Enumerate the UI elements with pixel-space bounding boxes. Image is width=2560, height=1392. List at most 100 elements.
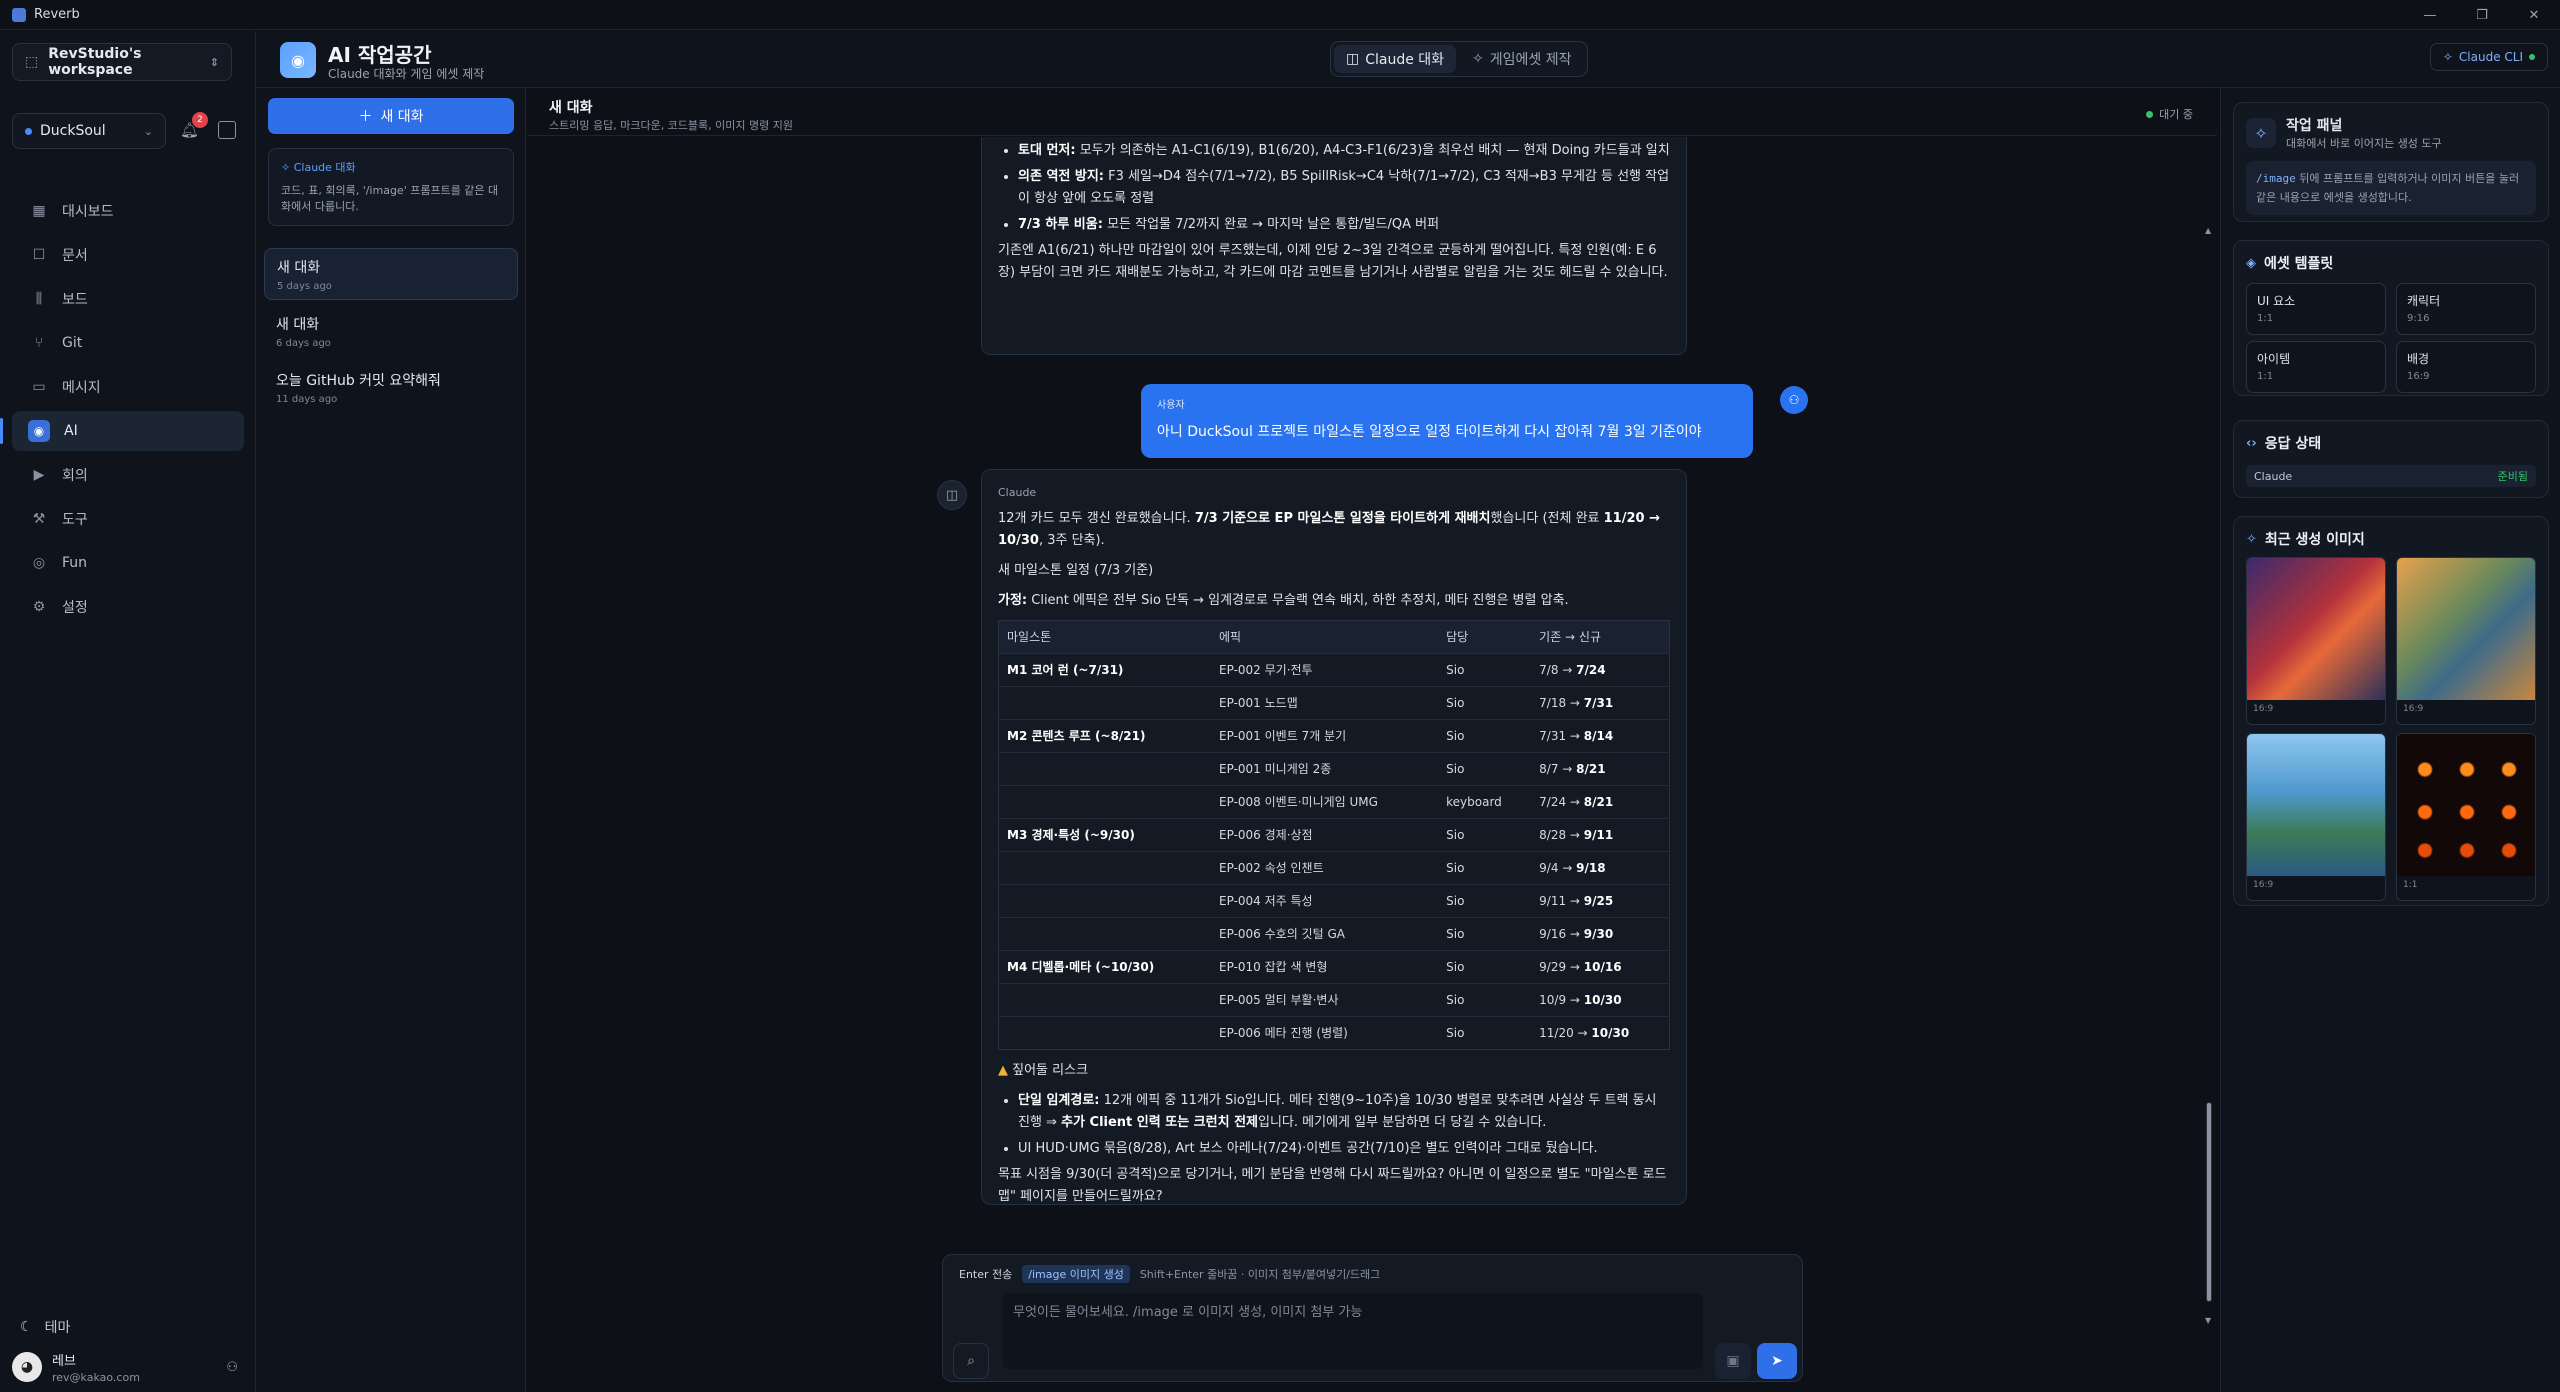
- user-icon[interactable]: ⚇: [226, 1360, 238, 1375]
- message-scroll[interactable]: 토대 먼저: 모두가 의존하는 A1-C1(6/19), B1(6/20), A…: [527, 137, 2217, 1237]
- template-background[interactable]: 배경 16:9: [2396, 341, 2536, 393]
- message-input[interactable]: 무엇이든 물어보세요. /image 로 이미지 생성, 이미지 첨부 가능: [1003, 1293, 1703, 1369]
- page-header: ◉ AI 작업공간 Claude 대화와 게임 에셋 제작 ◫ Claude 대화…: [256, 31, 2560, 88]
- user-profile[interactable]: ◕ 레브 rev@kakao.com ⚇: [12, 1347, 244, 1387]
- title-bar: Reverb — ❐ ✕: [0, 0, 2560, 30]
- app-name: Reverb: [34, 7, 80, 22]
- scrollbar-thumb[interactable]: [2206, 1102, 2212, 1302]
- scroll-down-icon[interactable]: ▼: [2205, 1316, 2211, 1325]
- sidebar-item-0[interactable]: ▦ 대시보드: [12, 191, 244, 231]
- info-desc: 코드, 표, 회의록, '/image' 프롬프트를 같은 대화에서 다룹니다.: [281, 184, 499, 213]
- project-select[interactable]: DuckSoul ⌄: [12, 113, 166, 149]
- project-name: DuckSoul: [40, 123, 106, 139]
- epic-cell: EP-001 이벤트 7개 분기: [1211, 719, 1439, 753]
- moon-icon: ☾: [20, 1319, 33, 1335]
- paragraph: 기존엔 A1(6/21) 하나만 마감일이 있어 루즈했는데, 이제 인당 2~…: [998, 243, 1668, 280]
- milestone-cell: [998, 884, 1212, 918]
- sidebar-item-label: AI: [64, 423, 78, 439]
- old-date: 11/20 →: [1539, 1026, 1592, 1040]
- list-item: 7/3 하루 비움: 모든 작업물 7/2까지 완료 → 마지막 날은 통합/빌…: [1018, 214, 1670, 236]
- chat-subtitle: 스트리밍 응답, 마크다운, 코드블록, 이미지 명령 지원: [549, 119, 793, 132]
- table-row: EP-005 멀티 부활·변사 Sio 10/9 → 10/30: [998, 983, 1670, 1017]
- sidebar-item-8[interactable]: ◎ Fun: [12, 543, 244, 583]
- date-cell: 8/28 → 9/11: [1531, 818, 1670, 852]
- old-date: 9/29 →: [1539, 960, 1584, 974]
- chat-area: 새 대화 스트리밍 응답, 마크다운, 코드블록, 이미지 명령 지원 대기 중…: [527, 88, 2217, 1392]
- old-date: 7/31 →: [1539, 729, 1584, 743]
- sidebar-item-7[interactable]: ⚒ 도구: [12, 499, 244, 539]
- recent-image[interactable]: 16:9: [2396, 557, 2536, 725]
- date-cell: 7/8 → 7/24: [1531, 653, 1670, 687]
- minimize-icon[interactable]: —: [2404, 0, 2456, 30]
- list-item: 의존 역전 방지: F3 세일→D4 점수(7/1→7/2), B5 Spill…: [1018, 166, 1670, 210]
- chevron-updown-icon: ⇕: [209, 55, 219, 69]
- app-logo-icon: [12, 7, 26, 22]
- paragraph: 가정: Client 에픽은 전부 Sio 단독 → 임계경로로 무슬랙 연속 …: [998, 590, 1670, 612]
- sidebar-nav: ▦ 대시보드 ☐ 문서 ⫼ 보드 ⑂ Git ▭ 메시지 ◉ AI ▶ 회의 ⚒ 도구 ◎ Fun ⚙ 설정: [0, 191, 244, 631]
- new-date: 10/30: [1591, 1026, 1630, 1040]
- conversation-item[interactable]: 새 대화 5 days ago: [264, 248, 518, 300]
- close-icon[interactable]: ✕: [2508, 0, 2560, 30]
- claude-cli-button[interactable]: ✧ Claude CLI: [2429, 43, 2548, 71]
- bold-text: 7/3 기준으로 EP 마일스톤 일정을 타이트하게 재배치: [1194, 511, 1491, 526]
- scrollbar[interactable]: ▲ ▼: [2205, 226, 2213, 1325]
- sidebar-item-9[interactable]: ⚙ 설정: [12, 587, 244, 627]
- milestone-cell: [998, 1016, 1212, 1050]
- theme-toggle[interactable]: ☾ 테마: [20, 1317, 70, 1337]
- conversation-item[interactable]: 오늘 GitHub 커밋 요약해줘 11 days ago: [264, 362, 518, 414]
- image-icon[interactable]: ▣: [1715, 1343, 1751, 1379]
- cli-label: Claude CLI: [2458, 50, 2523, 64]
- sender-label: Claude: [998, 486, 1037, 499]
- send-button[interactable]: ➤: [1757, 1343, 1797, 1379]
- template-ratio: 1:1: [2257, 371, 2274, 382]
- work-desc: /image 뒤에 프롬프트를 입력하거나 이미지 버튼을 눌러 같은 내용으로…: [2246, 161, 2536, 215]
- bold-text: 단일 임계경로:: [1018, 1093, 1100, 1108]
- sidebar-item-2[interactable]: ⫼ 보드: [12, 279, 244, 319]
- template-item[interactable]: 아이템 1:1: [2246, 341, 2386, 393]
- hint-rest: Shift+Enter 줄바꿈 · 이미지 첨부/붙여넣기/드래그: [1139, 1268, 1381, 1281]
- section-heading: 새 마일스톤 일정 (7/3 기준): [998, 563, 1154, 578]
- conversation-time: 5 days ago: [277, 281, 332, 292]
- recent-image[interactable]: 16:9: [2246, 557, 2386, 725]
- card-title: 응답 상태: [2264, 436, 2322, 452]
- sidebar-item-6[interactable]: ▶ 회의: [12, 455, 244, 495]
- user-message: 사용자 아니 DuckSoul 프로젝트 마일스톤 일정으로 일정 타이트하게 …: [1141, 384, 1753, 458]
- notification-badge: 2: [192, 112, 208, 128]
- git-icon: ⑂: [34, 335, 44, 351]
- conversation-item[interactable]: 새 대화 6 days ago: [264, 306, 518, 358]
- sidebar-item-label: Git: [62, 335, 83, 351]
- template-character[interactable]: 캐릭터 9:16: [2396, 283, 2536, 335]
- recent-image[interactable]: 16:9: [2246, 733, 2386, 901]
- bot-avatar-icon: ◫: [937, 480, 967, 510]
- chat-info-card: ✧ Claude 대화 코드, 표, 회의록, '/image' 프롬프트를 같…: [268, 148, 514, 226]
- wrench-icon: ⚒: [32, 511, 46, 527]
- old-date: 10/9 →: [1539, 993, 1584, 1007]
- chat-status: 대기 중: [2146, 106, 2193, 122]
- paperclip-icon[interactable]: ⌕: [953, 1343, 989, 1379]
- template-ui[interactable]: UI 요소 1:1: [2246, 283, 2386, 335]
- bell-icon[interactable]: 🔔︎ 2: [180, 112, 208, 141]
- bold-text: 가정:: [998, 593, 1028, 608]
- status-text: 대기 중: [2159, 108, 2193, 121]
- table-row: M1 코어 런 (~7/31) EP-002 무기·전투 Sio 7/8 → 7/24: [998, 653, 1670, 687]
- owner-cell: Sio: [1438, 752, 1532, 786]
- scroll-up-icon[interactable]: ▲: [2205, 226, 2211, 235]
- owner-cell: Sio: [1438, 983, 1532, 1017]
- gamepad-icon: ◎: [32, 555, 46, 571]
- tab-asset-create[interactable]: ✧ 게임에셋 제작: [1460, 45, 1583, 73]
- owner-cell: Sio: [1438, 950, 1532, 984]
- workspace-switcher[interactable]: ⬚ RevStudio's workspace ⇕: [12, 43, 232, 81]
- sidebar-item-5[interactable]: ◉ AI: [0, 411, 244, 451]
- new-chat-button[interactable]: ＋ 새 대화: [268, 98, 514, 134]
- maximize-icon[interactable]: ❐: [2456, 0, 2508, 30]
- new-date: 9/25: [1583, 894, 1614, 908]
- sidebar-item-1[interactable]: ☐ 문서: [12, 235, 244, 275]
- list-item: UI HUD·UMG 묶음(8/28), Art 보스 아레나(7/24)·이벤…: [1018, 1138, 1670, 1160]
- sidebar-item-3[interactable]: ⑂ Git: [12, 323, 244, 363]
- milestone-cell: [998, 686, 1212, 720]
- recent-image[interactable]: 1:1: [2396, 733, 2536, 901]
- sidebar-item-4[interactable]: ▭ 메시지: [12, 367, 244, 407]
- card-title: 에셋 템플릿: [2264, 256, 2334, 272]
- tab-claude-chat[interactable]: ◫ Claude 대화: [1334, 45, 1457, 73]
- panel-toggle-icon[interactable]: [218, 121, 236, 139]
